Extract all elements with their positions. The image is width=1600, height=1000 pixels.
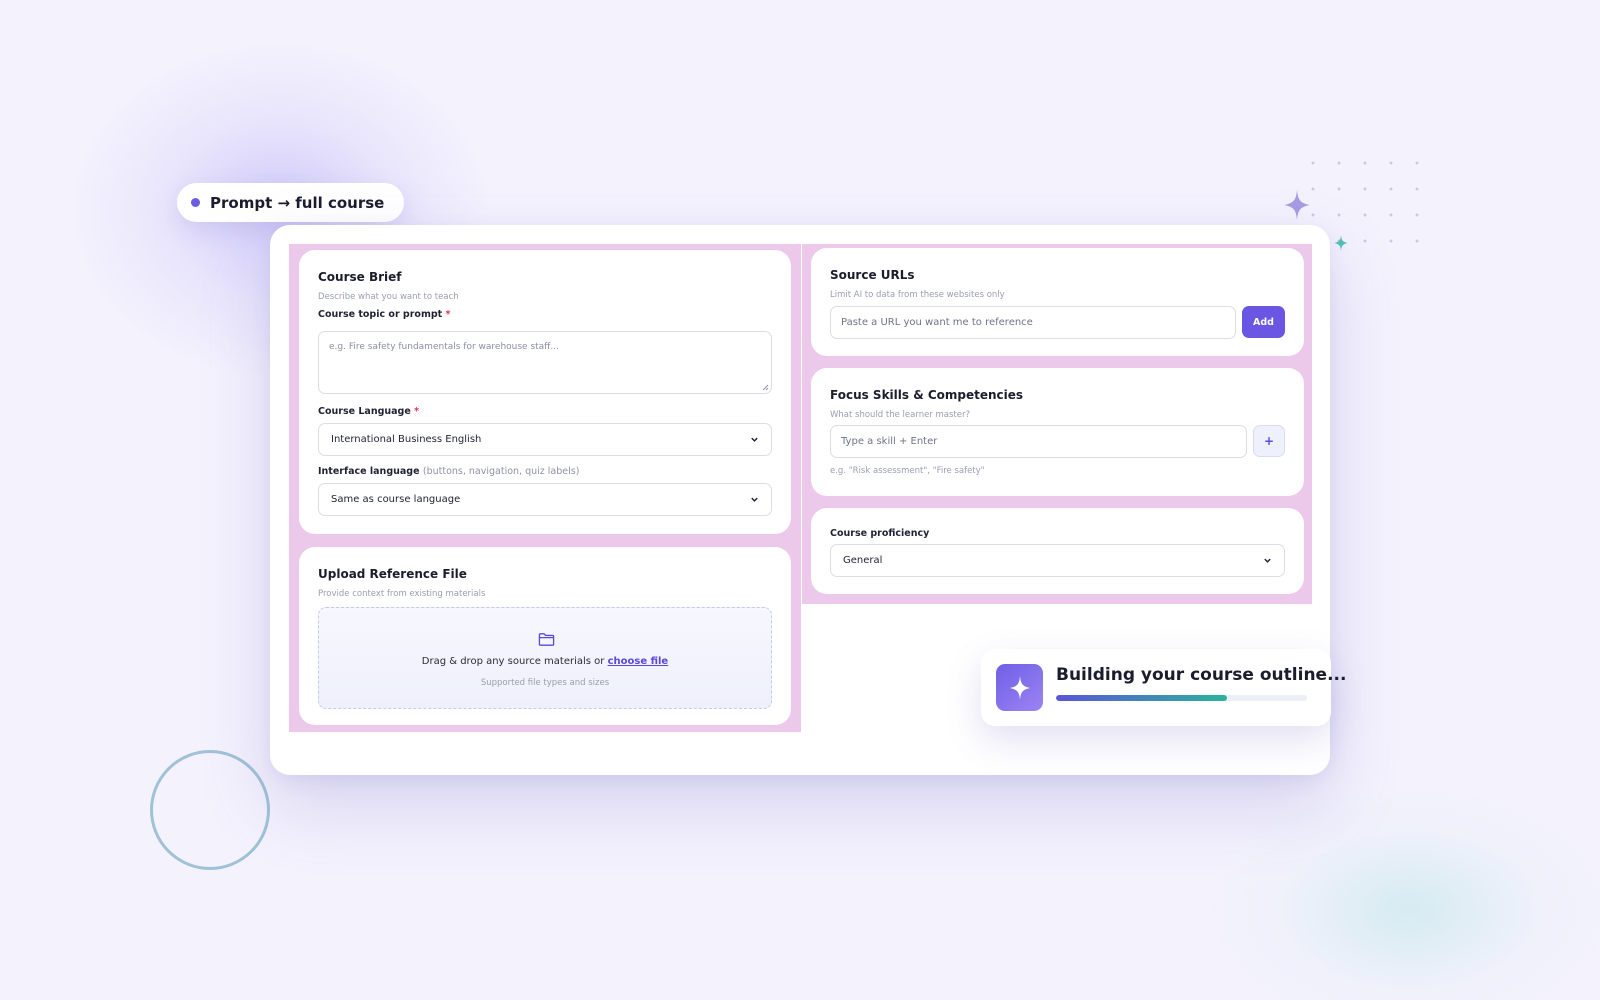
small-sparkle-icon <box>1334 235 1348 251</box>
course-topic-placeholder: e.g. Fire safety fundamentals for wareho… <box>329 342 559 352</box>
focus-skills-title: Focus Skills & Competencies <box>830 388 1024 402</box>
interface-language-label: Interface language (buttons, navigation,… <box>318 466 579 477</box>
right-column: Source URLs Limit AI to data from these … <box>802 244 1312 604</box>
upload-subtitle: Provide context from existing materials <box>318 589 486 599</box>
course-brief-subtitle: Describe what you want to teach <box>318 292 459 302</box>
course-topic-label-text: Course topic or prompt <box>318 309 443 320</box>
file-dropzone[interactable]: Drag & drop any source materials or choo… <box>318 607 772 709</box>
course-brief-title: Course Brief <box>318 270 402 284</box>
feature-badge: Prompt → full course <box>177 183 405 222</box>
chevron-down-icon <box>1264 558 1271 563</box>
required-mark: * <box>445 309 451 320</box>
add-skill-button[interactable]: + <box>1253 425 1285 457</box>
large-sparkle-icon <box>1284 190 1310 220</box>
ring-decoration <box>150 750 270 870</box>
focus-skills-subtitle: What should the learner master? <box>830 410 970 420</box>
supported-file-types: Supported file types and sizes <box>480 678 610 688</box>
source-urls-card: Source URLs Limit AI to data from these … <box>811 248 1304 356</box>
skill-placeholder: Type a skill + Enter <box>841 436 938 447</box>
add-url-button[interactable]: Add <box>1242 306 1285 338</box>
proficiency-card: Course proficiency General <box>811 508 1304 594</box>
toast-title: Building your course outline... <box>1056 665 1347 685</box>
skill-input[interactable]: Type a skill + Enter <box>830 425 1247 458</box>
interface-language-select[interactable]: Same as course language <box>318 483 772 516</box>
feature-badge-label: Prompt → full course <box>210 193 385 212</box>
course-language-value: International Business English <box>331 434 482 445</box>
progress-toast: Building your course outline... <box>981 649 1346 726</box>
interface-language-label-text: Interface language <box>318 466 420 477</box>
course-topic-textarea[interactable]: e.g. Fire safety fundamentals for wareho… <box>318 331 772 394</box>
required-mark: * <box>414 406 420 417</box>
proficiency-value: General <box>843 555 883 566</box>
toast-icon-tile <box>996 664 1043 711</box>
chevron-down-icon <box>751 437 758 442</box>
upload-reference-card: Upload Reference File Provide context fr… <box>299 547 791 725</box>
skill-example: e.g. "Risk assessment", "Fire safety" <box>830 466 985 476</box>
source-url-input[interactable]: Paste a URL you want me to reference <box>830 306 1236 339</box>
focus-skills-card: Focus Skills & Competencies What should … <box>811 368 1304 496</box>
left-column: Course Brief Describe what you want to t… <box>289 244 801 732</box>
interface-language-value: Same as course language <box>331 494 461 505</box>
course-language-label: Course Language * <box>318 406 419 417</box>
dot-icon <box>191 198 200 207</box>
course-topic-label: Course topic or prompt * <box>318 309 450 320</box>
proficiency-label: Course proficiency <box>830 528 930 539</box>
interface-language-hint: (buttons, navigation, quiz labels) <box>422 466 580 477</box>
course-language-label-text: Course Language <box>318 406 411 417</box>
course-language-select[interactable]: International Business English <box>318 423 772 456</box>
source-url-placeholder: Paste a URL you want me to reference <box>841 317 1033 328</box>
source-urls-subtitle: Limit AI to data from these websites onl… <box>830 290 1005 300</box>
upload-title: Upload Reference File <box>318 567 467 581</box>
chevron-down-icon <box>751 497 758 502</box>
background-glow-teal <box>1200 780 1600 1000</box>
choose-file-link[interactable]: choose file <box>608 656 669 667</box>
progress-bar <box>1056 695 1307 701</box>
proficiency-select[interactable]: General <box>830 544 1285 577</box>
folder-icon <box>538 633 555 646</box>
course-brief-card: Course Brief Describe what you want to t… <box>299 250 791 534</box>
source-urls-title: Source URLs <box>830 268 915 282</box>
dropzone-text: Drag & drop any source materials or choo… <box>319 656 771 667</box>
progress-bar-fill <box>1056 695 1227 701</box>
sparkle-icon <box>1009 675 1030 700</box>
dropzone-instruction: Drag & drop any source materials or <box>421 656 605 667</box>
resize-grip-icon[interactable] <box>762 384 769 391</box>
